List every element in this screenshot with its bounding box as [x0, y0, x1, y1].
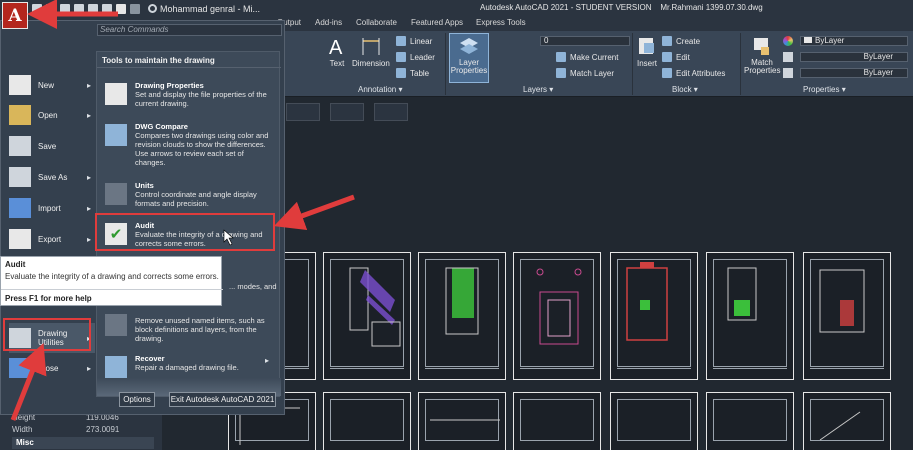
annotation-arrows [10, 0, 355, 421]
autocad-window: Height 119.0046 Width 273.0091 Misc Moha… [0, 0, 913, 450]
